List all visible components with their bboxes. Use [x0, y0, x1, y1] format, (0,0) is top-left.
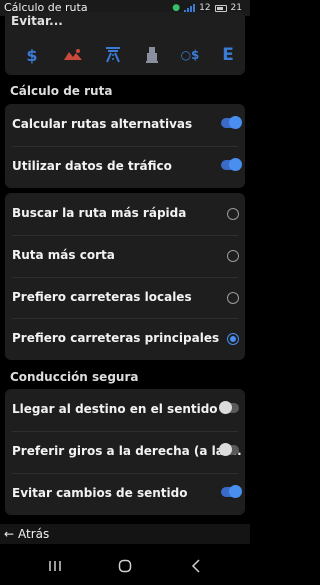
toggle-switch[interactable] — [219, 401, 239, 414]
section-title-safe-driving: Conducción segura — [10, 370, 139, 384]
radio-button[interactable] — [227, 250, 239, 262]
toggle-switch[interactable] — [221, 158, 242, 171]
toggle-avoid-u-turns[interactable]: Evitar cambios de sentido — [5, 473, 245, 514]
recent-apps-icon[interactable] — [40, 556, 70, 576]
home-icon[interactable] — [110, 556, 140, 576]
toggle-switch[interactable] — [219, 443, 239, 456]
row-label: Prefiero carreteras locales — [12, 290, 192, 304]
back-arrow-icon: ← — [4, 527, 15, 541]
radio-fastest-route[interactable]: Buscar la ruta más rápida — [5, 193, 245, 234]
row-label: Utilizar datos de tráfico — [12, 159, 172, 173]
battery-icon — [214, 4, 227, 12]
border-icon[interactable]: E — [215, 42, 241, 68]
row-label: Calcular rutas alternativas — [12, 117, 193, 131]
toggle-prefer-right-turns[interactable]: Preferir giros a la derecha (a la ... — [5, 431, 245, 472]
row-label: Ruta más corta — [12, 248, 115, 262]
avoid-title: Evitar... — [11, 14, 63, 28]
radio-main-roads[interactable]: Prefiero carreteras principales — [5, 318, 245, 359]
radio-local-roads[interactable]: Prefiero carreteras locales — [5, 277, 245, 318]
nav-back-icon[interactable] — [181, 556, 211, 576]
section-title-route: Cálculo de ruta — [10, 84, 113, 98]
highway-icon[interactable] — [100, 42, 126, 68]
toggle-traffic-data[interactable]: Utilizar datos de tráfico — [5, 146, 245, 187]
row-label: Buscar la ruta más rápida — [12, 206, 187, 220]
system-nav-bar — [0, 548, 250, 585]
row-label: Prefiero carreteras principales — [12, 331, 220, 345]
avoid-icon-row: $ ○$ E — [5, 42, 245, 70]
toggle-switch[interactable] — [221, 485, 242, 498]
back-label: Atrás — [18, 527, 50, 541]
radio-button[interactable] — [227, 292, 239, 304]
row-label: Llegar al destino en el sentido ... — [12, 402, 236, 416]
dollar-icon[interactable]: $ — [19, 42, 45, 68]
unpaved-road-icon[interactable] — [60, 42, 86, 68]
row-label: Preferir giros a la derecha (a la ... — [12, 444, 242, 458]
toll-sticker-icon[interactable]: ○$ — [177, 42, 203, 68]
back-button[interactable]: ← Atrás — [0, 524, 250, 544]
radio-button[interactable] — [227, 208, 239, 220]
toggle-alternative-routes[interactable]: Calcular rutas alternativas — [5, 104, 245, 145]
toggle-switch[interactable] — [221, 116, 242, 129]
radio-shortest-route[interactable]: Ruta más corta — [5, 235, 245, 276]
avoid-card: Evitar... $ ○$ E — [5, 12, 245, 75]
toggle-arrive-on-side[interactable]: Llegar al destino en el sentido ... — [5, 389, 245, 430]
row-label: Evitar cambios de sentido — [12, 486, 188, 500]
ferry-icon[interactable] — [139, 42, 165, 68]
radio-button-selected[interactable] — [227, 333, 239, 345]
